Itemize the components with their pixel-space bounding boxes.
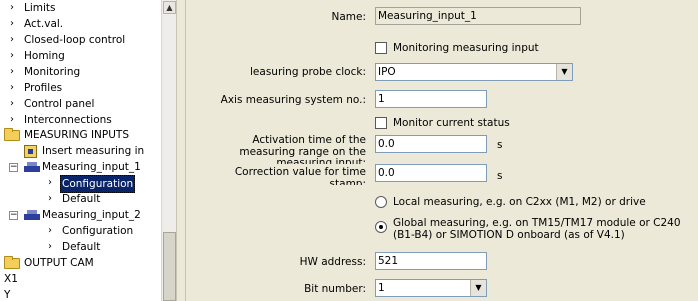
tree-item-limits[interactable]: › Limits [0, 0, 160, 16]
tree-item-configuration-1[interactable]: › Configuration [0, 175, 160, 193]
name-label: Name: [331, 11, 366, 23]
hw-address-label: HW address: [299, 256, 366, 268]
tree-item-act-val[interactable]: › Act.val. [0, 16, 160, 32]
folder-icon [4, 128, 20, 141]
chevron-right-icon[interactable]: › [48, 175, 56, 191]
tree-item-label: OUTPUT CAM [24, 257, 94, 269]
chevron-right-icon[interactable]: › [48, 191, 56, 207]
tree-item-label: Act.val. [24, 18, 64, 30]
probe-clock-value: IPO [378, 66, 396, 78]
chevron-right-icon[interactable]: › [10, 48, 18, 64]
probe-clock-label: leasuring probe clock: [250, 66, 366, 78]
tree-item-measuring-input-2[interactable]: − Measuring_input_2 [0, 207, 160, 223]
bit-number-label: Bit number: [304, 283, 366, 295]
chevron-right-icon[interactable]: › [10, 96, 18, 112]
correction-label-line2: stamp: [329, 178, 366, 185]
tree-item-label: Default [62, 193, 101, 205]
activation-time-label-line1: Activation time of the [252, 134, 366, 146]
activation-time-unit: s [497, 139, 503, 151]
global-measuring-label-line1: Global measuring, e.g. on TM15/TM17 modu… [393, 217, 681, 229]
hw-address-input[interactable]: 521 [375, 252, 487, 270]
bit-number-select[interactable]: 1 ▼ [375, 279, 487, 297]
dropdown-arrow-icon[interactable]: ▼ [470, 280, 486, 296]
chevron-right-icon[interactable]: › [10, 112, 18, 128]
monitor-current-status-label: Monitor current status [393, 117, 510, 129]
tree-item-label: X1 [4, 273, 18, 285]
collapse-icon[interactable]: − [9, 211, 18, 220]
tree-item-y[interactable]: Y [0, 287, 160, 301]
chevron-right-icon[interactable]: › [48, 239, 56, 255]
chevron-right-icon[interactable]: › [48, 223, 56, 239]
tree-item-label: Measuring_input_2 [42, 209, 141, 221]
monitor-current-status-checkbox[interactable] [375, 117, 387, 129]
tree-item-homing[interactable]: › Homing [0, 48, 160, 64]
tree-item-label: Profiles [24, 82, 63, 94]
bit-number-value: 1 [378, 282, 385, 294]
tree-item-control-panel[interactable]: › Control panel [0, 96, 160, 112]
tree-item-closed-loop-control[interactable]: › Closed-loop control [0, 32, 160, 48]
project-navigator-tree[interactable]: › Limits › Act.val. › Closed-loop contro… [0, 0, 161, 301]
correction-value-input[interactable]: 0.0 [375, 164, 487, 182]
chevron-right-icon[interactable]: › [10, 64, 18, 80]
tree-item-label: Measuring_input_1 [42, 161, 141, 173]
tree-scrollbar[interactable]: ▲ [161, 0, 176, 301]
chevron-right-icon[interactable]: › [10, 32, 18, 48]
scroll-up-arrow-icon[interactable]: ▲ [163, 1, 176, 14]
tree-item-label: Y [4, 289, 11, 301]
local-measuring-radio[interactable] [375, 196, 387, 208]
tree-item-label: Interconnections [24, 114, 112, 126]
tree-item-label: Limits [24, 2, 56, 14]
tree-item-measuring-input-1[interactable]: − Measuring_input_1 [0, 159, 160, 175]
tree-item-label: MEASURING INPUTS [24, 129, 129, 141]
monitoring-measuring-input-checkbox[interactable] [375, 42, 387, 54]
tree-item-label: Configuration [62, 225, 134, 237]
axis-system-label: Axis measuring system no.: [220, 94, 366, 106]
dropdown-arrow-icon[interactable]: ▼ [556, 64, 572, 80]
activation-time-input[interactable]: 0.0 [375, 135, 487, 153]
tree-item-insert-measuring-input[interactable]: Insert measuring in [0, 143, 160, 159]
scrollbar-thumb[interactable] [163, 232, 176, 301]
tree-item-measuring-inputs[interactable]: MEASURING INPUTS [0, 127, 160, 143]
measuring-input-configuration-form: Name: Measuring_input_1 Monitoring measu… [186, 0, 698, 301]
tree-item-output-cam[interactable]: OUTPUT CAM [0, 255, 160, 271]
insert-object-icon [24, 145, 37, 158]
tree-item-label: Closed-loop control [24, 34, 126, 46]
global-measuring-label-line2: (B1-B4) or SIMOTION D onboard (as of V4.… [393, 229, 625, 241]
tree-item-label: Insert measuring in [42, 145, 145, 157]
tree-item-label: Homing [24, 50, 65, 62]
measuring-input-icon [24, 162, 40, 173]
tree-item-default-2[interactable]: › Default [0, 239, 160, 255]
tree-item-profiles[interactable]: › Profiles [0, 80, 160, 96]
pane-splitter[interactable] [176, 0, 186, 301]
tree-item-monitoring[interactable]: › Monitoring [0, 64, 160, 80]
tree-item-label: Default [62, 241, 101, 253]
activation-time-label-line3: measuring input: [276, 157, 366, 164]
tree-item-configuration-2[interactable]: › Configuration [0, 223, 160, 239]
local-measuring-label: Local measuring, e.g. on C2xx (M1, M2) o… [393, 196, 646, 208]
tree-item-default-1[interactable]: › Default [0, 191, 160, 207]
name-field: Measuring_input_1 [375, 7, 581, 25]
probe-clock-select[interactable]: IPO ▼ [375, 63, 573, 81]
tree-item-label: Monitoring [24, 66, 81, 78]
axis-system-input[interactable]: 1 [375, 90, 487, 108]
correction-unit: s [497, 170, 503, 182]
global-measuring-radio[interactable] [375, 221, 387, 233]
chevron-right-icon[interactable]: › [10, 0, 18, 16]
monitoring-measuring-input-label: Monitoring measuring input [393, 42, 539, 54]
tree-item-label: Control panel [24, 98, 95, 110]
collapse-icon[interactable]: − [9, 163, 18, 172]
chevron-right-icon[interactable]: › [10, 80, 18, 96]
measuring-input-icon [24, 210, 40, 221]
tree-item-x1[interactable]: X1 [0, 271, 160, 287]
folder-icon [4, 256, 20, 269]
correction-label-line1: Correction value for time [234, 166, 366, 178]
chevron-right-icon[interactable]: › [10, 16, 18, 32]
tree-item-interconnections[interactable]: › Interconnections [0, 112, 160, 128]
